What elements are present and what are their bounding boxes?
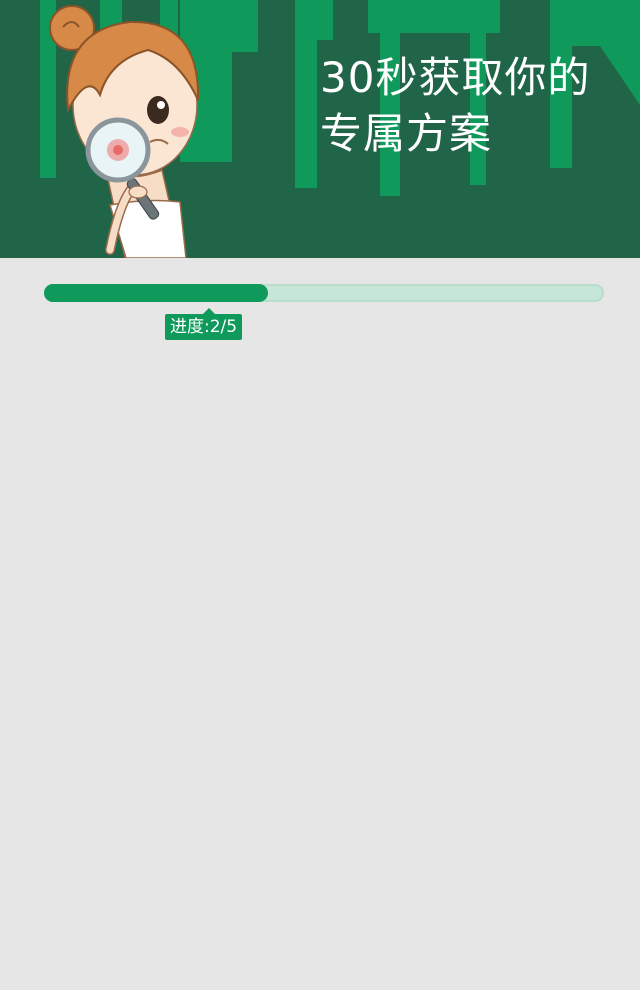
header-banner: 30秒获取你的 专属方案 [0, 0, 640, 258]
girl-magnifier-illustration [49, 5, 200, 258]
progress-bar-fill [44, 284, 268, 302]
progress-label: 进度:2/5 [165, 308, 243, 340]
title-line-2: 专属方案 [320, 109, 493, 158]
title-line-1: 30秒获取你的 [320, 53, 591, 102]
progress-section: 进度:2/5 [0, 258, 640, 358]
page-title: 30秒获取你的 专属方案 [320, 50, 590, 162]
progress-bar-track [44, 284, 604, 302]
